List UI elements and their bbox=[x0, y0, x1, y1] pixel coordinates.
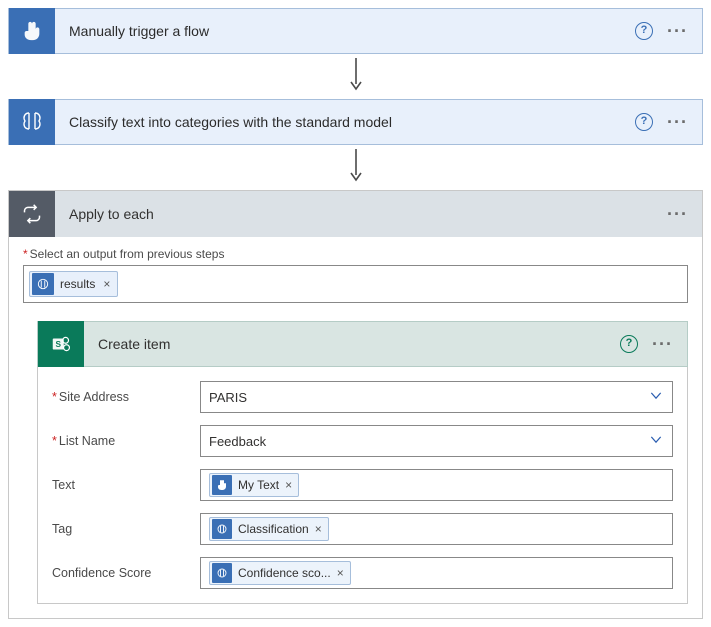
apply-body: *Select an output from previous steps re… bbox=[9, 237, 702, 618]
token-results[interactable]: results × bbox=[29, 271, 118, 297]
trigger-icon bbox=[212, 475, 232, 495]
token-classification[interactable]: Classification × bbox=[209, 517, 329, 541]
help-icon[interactable]: ? bbox=[635, 22, 653, 40]
more-icon[interactable]: ··· bbox=[667, 209, 688, 219]
ai-icon bbox=[9, 99, 55, 145]
site-address-select[interactable]: PARIS bbox=[200, 381, 673, 413]
step-title: Manually trigger a flow bbox=[55, 23, 635, 39]
help-icon[interactable]: ? bbox=[620, 335, 638, 353]
svg-text:S: S bbox=[55, 340, 61, 349]
loop-icon bbox=[9, 191, 55, 237]
chevron-down-icon bbox=[648, 432, 664, 451]
create-item-header[interactable]: S Create item ? ··· bbox=[37, 321, 688, 367]
sharepoint-icon: S bbox=[38, 321, 84, 367]
step-classify-card[interactable]: Classify text into categories with the s… bbox=[8, 99, 703, 145]
more-icon[interactable]: ··· bbox=[652, 339, 673, 349]
token-my-text[interactable]: My Text × bbox=[209, 473, 299, 497]
param-row-text: Text My Text × bbox=[52, 469, 673, 501]
apply-to-each-container: Apply to each ··· *Select an output from… bbox=[8, 190, 703, 619]
param-row-tag: Tag Classification × bbox=[52, 513, 673, 545]
remove-token-icon[interactable]: × bbox=[283, 478, 298, 492]
trigger-icon bbox=[9, 8, 55, 54]
list-name-select[interactable]: Feedback bbox=[200, 425, 673, 457]
param-row-site-address: *Site Address PARIS bbox=[52, 381, 673, 413]
param-row-confidence: Confidence Score Confidence sco... × bbox=[52, 557, 673, 589]
ai-icon bbox=[212, 563, 232, 583]
more-icon[interactable]: ··· bbox=[667, 117, 688, 127]
remove-token-icon[interactable]: × bbox=[313, 522, 328, 536]
ai-icon bbox=[32, 273, 54, 295]
create-item-title: Create item bbox=[84, 336, 620, 352]
chevron-down-icon bbox=[648, 388, 664, 407]
step-title: Classify text into categories with the s… bbox=[55, 114, 635, 130]
confidence-input[interactable]: Confidence sco... × bbox=[200, 557, 673, 589]
help-icon[interactable]: ? bbox=[635, 113, 653, 131]
output-token-input[interactable]: results × bbox=[23, 265, 688, 303]
remove-token-icon[interactable]: × bbox=[101, 277, 117, 291]
text-input[interactable]: My Text × bbox=[200, 469, 673, 501]
arrow-connector bbox=[8, 58, 703, 95]
remove-token-icon[interactable]: × bbox=[335, 566, 350, 580]
apply-title: Apply to each bbox=[55, 206, 667, 222]
create-item-body: *Site Address PARIS *List Name Feedback bbox=[37, 367, 688, 604]
more-icon[interactable]: ··· bbox=[667, 26, 688, 36]
output-label: *Select an output from previous steps bbox=[23, 247, 688, 261]
tag-input[interactable]: Classification × bbox=[200, 513, 673, 545]
param-row-list-name: *List Name Feedback bbox=[52, 425, 673, 457]
apply-to-each-header[interactable]: Apply to each ··· bbox=[9, 191, 702, 237]
create-item-card: S Create item ? ··· *Site Address PARIS bbox=[37, 321, 688, 604]
step-trigger-card[interactable]: Manually trigger a flow ? ··· bbox=[8, 8, 703, 54]
arrow-connector bbox=[8, 149, 703, 186]
ai-icon bbox=[212, 519, 232, 539]
token-confidence[interactable]: Confidence sco... × bbox=[209, 561, 351, 585]
